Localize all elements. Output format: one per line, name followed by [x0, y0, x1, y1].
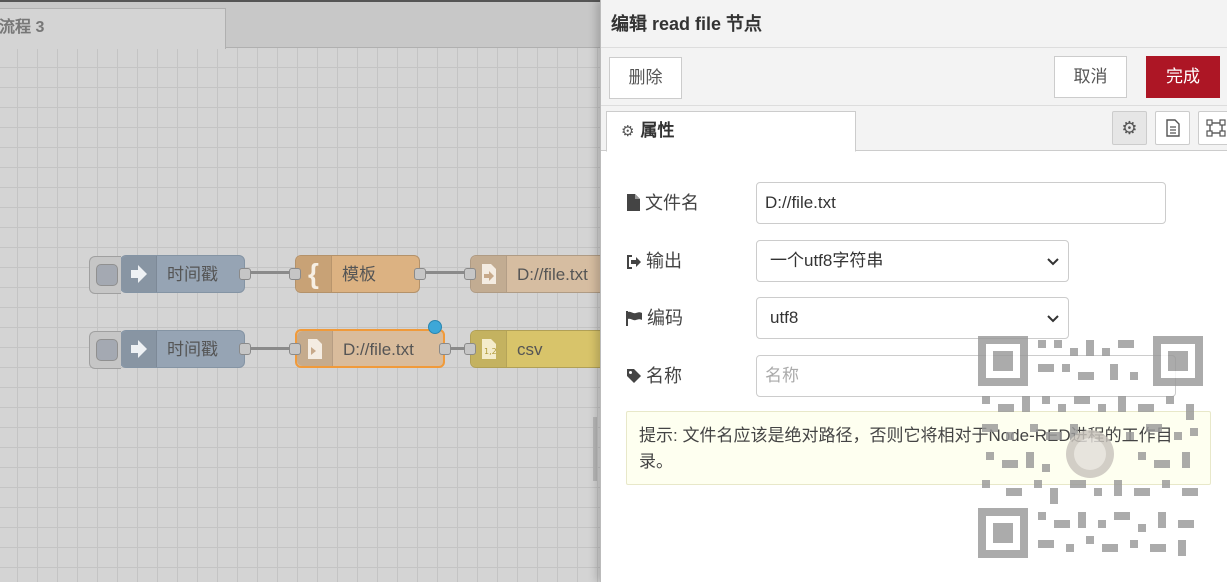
description-tab-button[interactable] — [1155, 111, 1190, 145]
inject-trigger-button[interactable] — [89, 256, 121, 294]
encoding-select[interactable]: utf8 — [756, 297, 1069, 339]
tab-properties-label: 属性 — [640, 121, 675, 140]
node-label: D://file.txt — [517, 265, 588, 284]
file-icon — [627, 194, 640, 211]
settings-tab-button[interactable]: ⚙ — [1112, 111, 1147, 145]
output-label: 输出 — [626, 240, 682, 282]
tray-toolbar: 删除 取消 完成 — [601, 48, 1227, 106]
output-select[interactable]: 一个utf8字符串 — [756, 240, 1069, 282]
gear-icon: ⚙ — [621, 123, 635, 140]
form-row-filename: 文件名 D://file.txt — [601, 182, 1227, 224]
filename-input[interactable]: D://file.txt — [756, 182, 1166, 224]
chevron-down-icon — [1047, 258, 1059, 266]
tray-header: 编辑 read file 节点 — [601, 0, 1227, 48]
workspace-grid[interactable] — [0, 48, 600, 582]
inject-node[interactable]: 时间戳 — [89, 255, 251, 294]
output-port[interactable] — [239, 268, 251, 280]
template-node[interactable]: { 模板 — [289, 255, 426, 293]
csv-icon: 1,2 — [471, 331, 507, 367]
description-icon — [1165, 119, 1180, 137]
file-out-icon — [471, 256, 507, 292]
node-label: csv — [517, 340, 543, 359]
output-port[interactable] — [239, 343, 251, 355]
flow-tab-label: 流程 3 — [0, 19, 45, 36]
input-port[interactable] — [464, 268, 476, 280]
workspace[interactable]: 流程 3 时间戳 { 模板 D://file.txt 时间戳 D://file.… — [0, 0, 600, 582]
changed-status-dot — [428, 320, 442, 334]
node-label: 时间戳 — [167, 340, 218, 359]
inject-node[interactable]: 时间戳 — [89, 330, 251, 369]
node-label: D://file.txt — [343, 340, 414, 359]
csv-node[interactable]: 1,2 csv — [464, 330, 600, 368]
done-button[interactable]: 完成 — [1146, 56, 1220, 98]
flow-tab-bar: 流程 3 — [0, 2, 600, 49]
form-row-encoding: 编码 utf8 — [601, 297, 1227, 339]
file-out-node[interactable]: D://file.txt — [464, 255, 600, 293]
output-port[interactable] — [414, 268, 426, 280]
input-port[interactable] — [289, 268, 301, 280]
file-in-node[interactable]: D://file.txt — [289, 329, 451, 368]
appearance-tab-button[interactable] — [1198, 111, 1227, 145]
file-in-icon — [297, 331, 333, 366]
inject-arrow-icon — [121, 331, 157, 367]
sign-out-icon — [627, 255, 641, 269]
encoding-label: 编码 — [626, 297, 683, 339]
cancel-button[interactable]: 取消 — [1054, 56, 1127, 98]
qr-code-watermark — [978, 336, 1203, 558]
input-port[interactable] — [464, 343, 476, 355]
inject-trigger-button[interactable] — [89, 331, 121, 369]
tray-title: 编辑 read file 节点 — [611, 14, 763, 34]
flag-icon — [626, 311, 642, 326]
delete-button[interactable]: 删除 — [609, 57, 682, 99]
svg-text:1,2: 1,2 — [484, 347, 497, 356]
encoding-select-value: utf8 — [770, 308, 799, 327]
filename-label: 文件名 — [626, 182, 699, 224]
splitter-handle[interactable] — [593, 417, 597, 481]
form-row-output: 输出 一个utf8字符串 — [601, 240, 1227, 282]
tab-properties[interactable]: ⚙ 属性 — [606, 111, 856, 152]
flow-tab[interactable]: 流程 3 — [0, 8, 226, 49]
output-select-value: 一个utf8字符串 — [770, 251, 884, 270]
node-label: 时间戳 — [167, 265, 218, 284]
inject-arrow-icon — [121, 256, 157, 292]
tag-icon — [627, 369, 641, 383]
chevron-down-icon — [1047, 315, 1059, 323]
input-port[interactable] — [289, 343, 301, 355]
tabs-row: ⚙ 属性 ⚙ — [601, 106, 1227, 152]
template-brace-icon: { — [296, 256, 332, 292]
gear-icon: ⚙ — [1121, 117, 1138, 138]
appearance-icon — [1205, 119, 1226, 137]
node-label: 模板 — [342, 265, 376, 284]
output-port[interactable] — [439, 343, 451, 355]
name-label: 名称 — [626, 355, 682, 397]
